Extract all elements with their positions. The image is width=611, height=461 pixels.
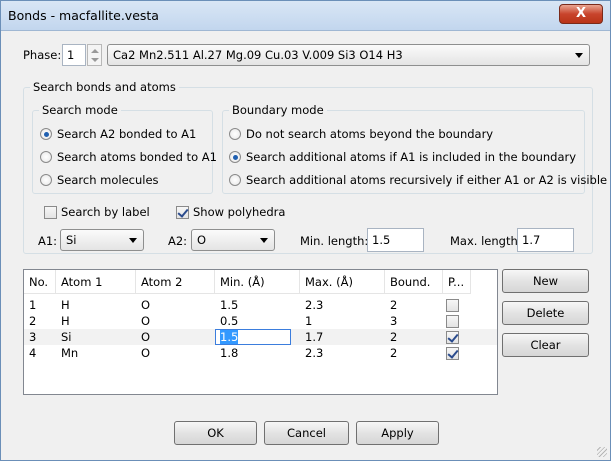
a1-select-value: Si bbox=[66, 233, 77, 247]
cell-no: 4 bbox=[29, 346, 37, 360]
show-polyhedra-checkbox[interactable] bbox=[176, 206, 189, 219]
radio-search-molecules-label[interactable]: Search molecules bbox=[57, 173, 159, 187]
resize-grip-icon[interactable] bbox=[597, 447, 607, 457]
cancel-button[interactable]: Cancel bbox=[264, 421, 349, 445]
cell-atom2[interactable]: O bbox=[136, 329, 155, 345]
max-length-input[interactable]: 1.7 bbox=[517, 228, 574, 252]
polyhedra-checkbox[interactable] bbox=[446, 331, 459, 344]
apply-button[interactable]: Apply bbox=[356, 421, 439, 445]
chevron-down-icon bbox=[575, 53, 583, 58]
cell-max[interactable]: 1 bbox=[300, 313, 317, 329]
cell-atom2[interactable]: O bbox=[136, 313, 155, 329]
min-length-input[interactable]: 1.5 bbox=[367, 228, 424, 252]
search-mode-title: Search mode bbox=[39, 103, 121, 117]
radio-search-a2[interactable] bbox=[40, 128, 52, 140]
cell-max[interactable]: 2.3 bbox=[300, 345, 328, 361]
bonds-table[interactable]: No. Atom 1 Atom 2 Min. (Å) Max. (Å) Boun… bbox=[23, 269, 498, 395]
cell-no: 1 bbox=[29, 298, 37, 312]
chevron-down-icon bbox=[260, 238, 268, 243]
polyhedra-checkbox[interactable] bbox=[446, 315, 459, 328]
delete-button[interactable]: Delete bbox=[502, 301, 589, 325]
a1-select[interactable]: Si bbox=[60, 229, 144, 251]
col-atom2[interactable]: Atom 2 bbox=[136, 270, 215, 294]
min-length-label: Min. length: bbox=[300, 234, 369, 248]
cell-atom1[interactable]: Mn bbox=[56, 345, 83, 361]
phase-select-value: Ca2 Mn2.511 Al.27 Mg.09 Cu.03 V.009 Si3 … bbox=[113, 48, 403, 62]
radio-no-beyond[interactable] bbox=[229, 128, 241, 140]
window-title: Bonds - macfallite.vesta bbox=[8, 8, 159, 23]
phase-label: Phase: bbox=[23, 48, 62, 62]
radio-search-a2-label[interactable]: Search A2 bonded to A1 bbox=[57, 127, 196, 141]
cell-atom2[interactable]: O bbox=[136, 297, 155, 313]
col-bound[interactable]: Bound. bbox=[385, 270, 443, 294]
table-row[interactable]: 2 H O 0.5 1 3 bbox=[24, 313, 497, 329]
a2-select-value: O bbox=[197, 233, 207, 247]
col-max[interactable]: Max. (Å) bbox=[300, 270, 385, 294]
cell-min-editing[interactable]: 1.5 bbox=[215, 329, 291, 345]
radio-search-molecules[interactable] bbox=[40, 174, 52, 186]
cell-no: 3 bbox=[29, 330, 37, 344]
cell-atom1[interactable]: H bbox=[56, 313, 75, 329]
radio-no-beyond-label[interactable]: Do not search atoms beyond the boundary bbox=[246, 127, 493, 141]
table-row[interactable]: 1 H O 1.5 2.3 2 bbox=[24, 297, 497, 313]
ok-button[interactable]: OK bbox=[174, 421, 257, 445]
a2-select[interactable]: O bbox=[191, 229, 275, 251]
polyhedra-checkbox[interactable] bbox=[446, 347, 459, 360]
cell-atom1[interactable]: Si bbox=[56, 329, 77, 345]
radio-recursive[interactable] bbox=[229, 174, 241, 186]
phase-number-field[interactable]: 1 bbox=[62, 44, 86, 66]
search-by-label-checkbox[interactable] bbox=[44, 206, 57, 219]
search-by-label-text[interactable]: Search by label bbox=[61, 205, 150, 219]
col-no[interactable]: No. bbox=[24, 270, 56, 294]
cell-min[interactable]: 1.8 bbox=[215, 345, 243, 361]
cell-min[interactable]: 1.5 bbox=[215, 297, 243, 313]
boundary-mode-title: Boundary mode bbox=[229, 103, 327, 117]
cell-bound[interactable]: 2 bbox=[385, 297, 402, 313]
radio-additional-a1-label[interactable]: Search additional atoms if A1 is include… bbox=[246, 150, 576, 164]
radio-additional-a1[interactable] bbox=[229, 151, 241, 163]
col-min[interactable]: Min. (Å) bbox=[215, 270, 300, 294]
title-bar[interactable]: Bonds - macfallite.vesta X bbox=[1, 1, 610, 31]
cell-min-selected-text: 1.5 bbox=[220, 330, 239, 344]
radio-recursive-label[interactable]: Search additional atoms recursively if e… bbox=[246, 173, 607, 187]
clear-button[interactable]: Clear bbox=[502, 333, 589, 357]
col-polyhedra[interactable]: P... bbox=[443, 270, 471, 294]
cell-atom2[interactable]: O bbox=[136, 345, 155, 361]
show-polyhedra-text[interactable]: Show polyhedra bbox=[193, 205, 285, 219]
cell-bound[interactable]: 2 bbox=[385, 345, 402, 361]
search-bonds-group-title: Search bonds and atoms bbox=[30, 80, 179, 94]
cell-no: 2 bbox=[29, 314, 37, 328]
close-button[interactable]: X bbox=[559, 4, 603, 24]
cell-max[interactable]: 2.3 bbox=[300, 297, 328, 313]
polyhedra-checkbox[interactable] bbox=[446, 299, 459, 312]
a2-label: A2: bbox=[168, 234, 188, 248]
spin-up-icon[interactable] bbox=[91, 49, 99, 53]
cell-max[interactable]: 1.7 bbox=[300, 329, 328, 345]
table-row[interactable]: 4 Mn O 1.8 2.3 2 bbox=[24, 345, 497, 361]
phase-select[interactable]: Ca2 Mn2.511 Al.27 Mg.09 Cu.03 V.009 Si3 … bbox=[107, 44, 590, 66]
bonds-dialog: Bonds - macfallite.vesta X Phase: 1 Ca2 … bbox=[0, 0, 611, 461]
new-button[interactable]: New bbox=[502, 269, 589, 293]
chevron-down-icon bbox=[129, 238, 137, 243]
a1-label: A1: bbox=[38, 234, 58, 248]
table-row-selected[interactable]: 3 Si O 1.5 1.7 2 bbox=[24, 329, 497, 345]
phase-spinner[interactable] bbox=[87, 44, 102, 66]
cell-atom1[interactable]: H bbox=[56, 297, 75, 313]
max-length-label: Max. length: bbox=[450, 234, 522, 248]
cell-bound[interactable]: 3 bbox=[385, 313, 402, 329]
spin-down-icon[interactable] bbox=[91, 58, 99, 62]
col-atom1[interactable]: Atom 1 bbox=[56, 270, 136, 294]
radio-search-atoms-label[interactable]: Search atoms bonded to A1 bbox=[57, 150, 217, 164]
radio-search-atoms[interactable] bbox=[40, 151, 52, 163]
cell-bound[interactable]: 2 bbox=[385, 329, 402, 345]
cell-min[interactable]: 0.5 bbox=[215, 313, 243, 329]
